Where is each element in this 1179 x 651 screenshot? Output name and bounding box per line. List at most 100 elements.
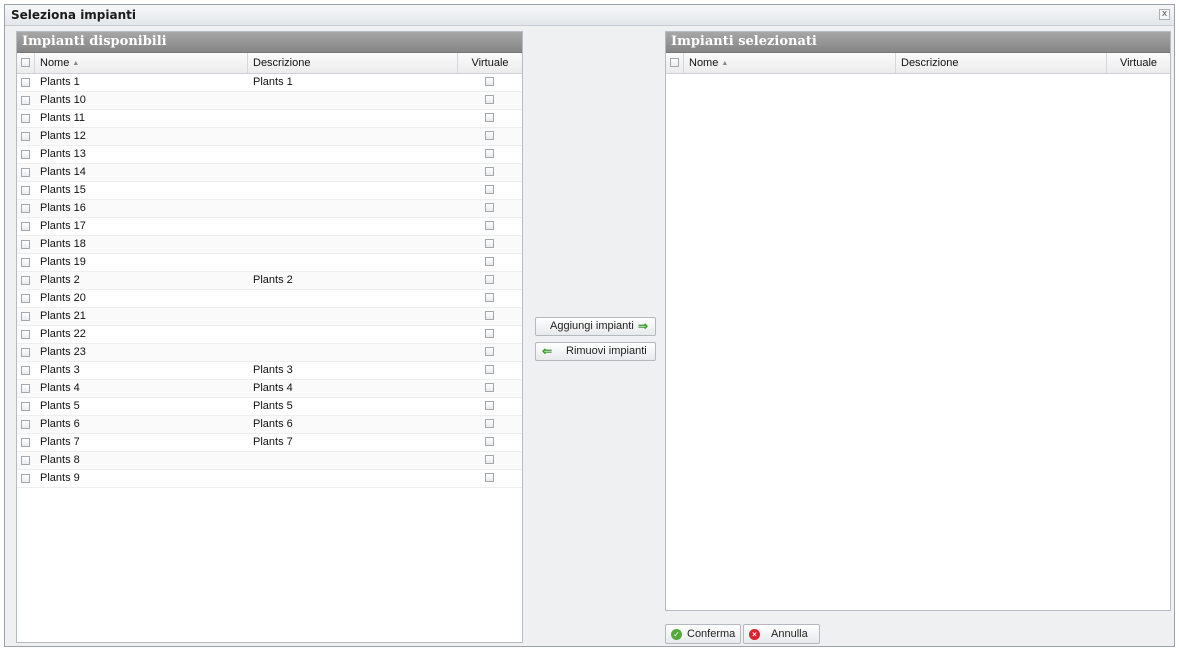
checkbox-icon[interactable] [21, 240, 30, 249]
virtual-checkbox[interactable] [485, 203, 494, 212]
column-header-name[interactable]: Nome ▲ [684, 53, 896, 73]
table-row[interactable]: Plants 21 [17, 308, 522, 326]
row-select-cell[interactable] [17, 344, 35, 361]
virtual-checkbox[interactable] [485, 95, 494, 104]
checkbox-icon[interactable] [21, 276, 30, 285]
table-row[interactable]: Plants 4 Plants 4 [17, 380, 522, 398]
table-row[interactable]: Plants 8 [17, 452, 522, 470]
table-row[interactable]: Plants 22 [17, 326, 522, 344]
column-header-name[interactable]: Nome ▲ [35, 53, 248, 73]
table-row[interactable]: Plants 10 [17, 92, 522, 110]
row-select-cell[interactable] [17, 452, 35, 469]
checkbox-icon[interactable] [21, 186, 30, 195]
table-row[interactable]: Plants 17 [17, 218, 522, 236]
virtual-checkbox[interactable] [485, 257, 494, 266]
table-row[interactable]: Plants 12 [17, 128, 522, 146]
virtual-checkbox[interactable] [485, 167, 494, 176]
virtual-checkbox[interactable] [485, 293, 494, 302]
row-select-cell[interactable] [17, 164, 35, 181]
checkbox-icon[interactable] [21, 258, 30, 267]
table-row[interactable]: Plants 2 Plants 2 [17, 272, 522, 290]
virtual-checkbox[interactable] [485, 401, 494, 410]
row-select-cell[interactable] [17, 128, 35, 145]
checkbox-icon[interactable] [21, 78, 30, 87]
virtual-checkbox[interactable] [485, 77, 494, 86]
column-header-virtual[interactable]: Virtuale [1107, 53, 1170, 73]
checkbox-icon[interactable] [21, 58, 30, 67]
checkbox-icon[interactable] [21, 384, 30, 393]
table-row[interactable]: Plants 19 [17, 254, 522, 272]
row-select-cell[interactable] [17, 416, 35, 433]
virtual-checkbox[interactable] [485, 275, 494, 284]
row-select-cell[interactable] [17, 308, 35, 325]
checkbox-icon[interactable] [670, 58, 679, 67]
row-select-cell[interactable] [17, 380, 35, 397]
select-all-selected[interactable] [666, 53, 684, 73]
checkbox-icon[interactable] [21, 366, 30, 375]
row-select-cell[interactable] [17, 326, 35, 343]
row-select-cell[interactable] [17, 272, 35, 289]
checkbox-icon[interactable] [21, 474, 30, 483]
table-row[interactable]: Plants 11 [17, 110, 522, 128]
remove-plants-button[interactable]: ⇐ Rimuovi impianti [535, 342, 656, 361]
virtual-checkbox[interactable] [485, 311, 494, 320]
row-select-cell[interactable] [17, 254, 35, 271]
virtual-checkbox[interactable] [485, 239, 494, 248]
virtual-checkbox[interactable] [485, 419, 494, 428]
table-row[interactable]: Plants 3 Plants 3 [17, 362, 522, 380]
row-select-cell[interactable] [17, 290, 35, 307]
checkbox-icon[interactable] [21, 294, 30, 303]
checkbox-icon[interactable] [21, 150, 30, 159]
checkbox-icon[interactable] [21, 438, 30, 447]
checkbox-icon[interactable] [21, 222, 30, 231]
checkbox-icon[interactable] [21, 204, 30, 213]
row-select-cell[interactable] [17, 470, 35, 487]
table-row[interactable]: Plants 16 [17, 200, 522, 218]
row-select-cell[interactable] [17, 236, 35, 253]
virtual-checkbox[interactable] [485, 473, 494, 482]
table-row[interactable]: Plants 9 [17, 470, 522, 488]
table-row[interactable]: Plants 14 [17, 164, 522, 182]
virtual-checkbox[interactable] [485, 221, 494, 230]
table-row[interactable]: Plants 13 [17, 146, 522, 164]
table-row[interactable]: Plants 6 Plants 6 [17, 416, 522, 434]
virtual-checkbox[interactable] [485, 365, 494, 374]
checkbox-icon[interactable] [21, 402, 30, 411]
row-select-cell[interactable] [17, 182, 35, 199]
virtual-checkbox[interactable] [485, 347, 494, 356]
cancel-button[interactable]: × Annulla [743, 624, 820, 644]
table-row[interactable]: Plants 5 Plants 5 [17, 398, 522, 416]
checkbox-icon[interactable] [21, 348, 30, 357]
row-select-cell[interactable] [17, 146, 35, 163]
table-row[interactable]: Plants 18 [17, 236, 522, 254]
checkbox-icon[interactable] [21, 330, 30, 339]
checkbox-icon[interactable] [21, 420, 30, 429]
checkbox-icon[interactable] [21, 312, 30, 321]
column-header-description[interactable]: Descrizione [896, 53, 1107, 73]
checkbox-icon[interactable] [21, 96, 30, 105]
row-select-cell[interactable] [17, 434, 35, 451]
virtual-checkbox[interactable] [485, 455, 494, 464]
select-all-available[interactable] [17, 53, 35, 73]
virtual-checkbox[interactable] [485, 131, 494, 140]
row-select-cell[interactable] [17, 74, 35, 91]
table-row[interactable]: Plants 20 [17, 290, 522, 308]
checkbox-icon[interactable] [21, 132, 30, 141]
row-select-cell[interactable] [17, 398, 35, 415]
row-select-cell[interactable] [17, 218, 35, 235]
column-header-description[interactable]: Descrizione [248, 53, 458, 73]
virtual-checkbox[interactable] [485, 149, 494, 158]
add-plants-button[interactable]: Aggiungi impianti ⇒ [535, 317, 656, 336]
row-select-cell[interactable] [17, 110, 35, 127]
checkbox-icon[interactable] [21, 456, 30, 465]
row-select-cell[interactable] [17, 362, 35, 379]
close-icon[interactable]: x [1159, 9, 1170, 20]
table-row[interactable]: Plants 23 [17, 344, 522, 362]
virtual-checkbox[interactable] [485, 329, 494, 338]
virtual-checkbox[interactable] [485, 185, 494, 194]
virtual-checkbox[interactable] [485, 113, 494, 122]
virtual-checkbox[interactable] [485, 437, 494, 446]
confirm-button[interactable]: ✓ Conferma [665, 624, 741, 644]
table-row[interactable]: Plants 7 Plants 7 [17, 434, 522, 452]
column-header-virtual[interactable]: Virtuale [458, 53, 522, 73]
